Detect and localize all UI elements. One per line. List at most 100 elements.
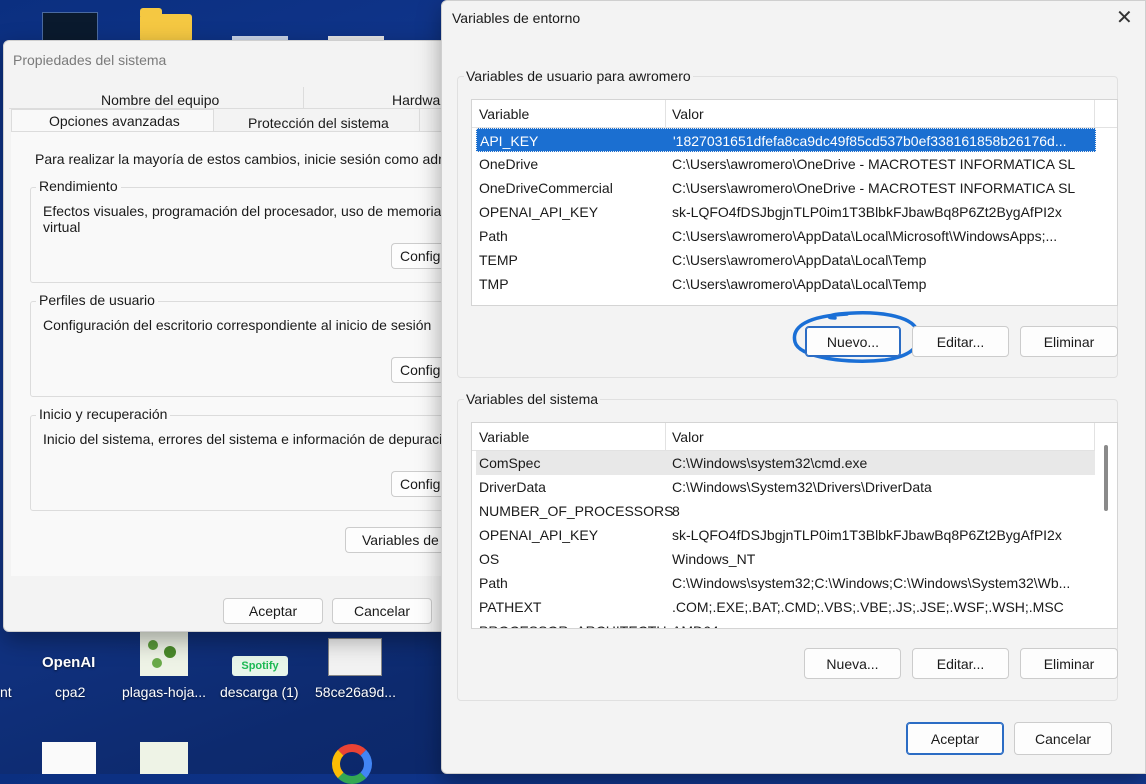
system-list-scrollbar[interactable] [1095, 423, 1117, 628]
environment-variables-button[interactable]: Variables de [345, 527, 451, 553]
user-delete-button[interactable]: Eliminar [1020, 326, 1118, 357]
variable-name: PROCESSOR_ARCHITECTU... [479, 623, 678, 628]
desktop-label-58ce[interactable]: 58ce26a9d... [315, 684, 396, 700]
table-row[interactable]: NUMBER_OF_PROCESSORS 8 [476, 499, 1096, 523]
table-row[interactable]: OneDriveCommercial C:\Users\awromero\OneD… [476, 176, 1096, 200]
env-ok-button[interactable]: Aceptar [906, 722, 1004, 755]
variable-name: Path [479, 228, 508, 244]
desktop-label-nt[interactable]: nt [0, 684, 12, 700]
table-row[interactable]: OneDrive C:\Users\awromero\OneDrive - MAC… [476, 152, 1096, 176]
desktop-label-descarga[interactable]: descarga (1) [220, 684, 299, 700]
env-window-title: Variables de entorno [452, 10, 581, 26]
variable-value: AMD64 [672, 623, 1092, 628]
tab-proteccion-sistema[interactable]: Protección del sistema [248, 115, 389, 131]
desktop-label-plagas[interactable]: plagas-hoja... [122, 684, 206, 700]
openai-icon-label[interactable]: OpenAI [42, 654, 95, 671]
crossword-thumbnail[interactable] [42, 742, 96, 774]
table-row[interactable]: ComSpec C:\Windows\system32\cmd.exe [476, 451, 1096, 475]
variable-name: OPENAI_API_KEY [479, 204, 599, 220]
spotify-thumbnail[interactable]: Spotify [232, 656, 288, 676]
profiles-text: Configuración del escritorio correspondi… [43, 317, 432, 333]
table-row[interactable]: Path C:\Windows\system32;C:\Windows;C:\Wi… [476, 571, 1096, 595]
profiles-group [30, 301, 450, 397]
admin-note: Para realizar la mayoría de estos cambio… [35, 151, 461, 167]
tab-nombre-equipo[interactable]: Nombre del equipo [101, 92, 219, 108]
variable-name: OPENAI_API_KEY [479, 527, 599, 543]
startup-title: Inicio y recuperación [36, 406, 171, 422]
variable-value: C:\Users\awromero\AppData\Local\Microsof… [672, 228, 1058, 244]
system-edit-button[interactable]: Editar... [912, 648, 1009, 679]
system-variables-label: Variables del sistema [464, 391, 601, 407]
google-icon[interactable] [328, 742, 378, 784]
table-row[interactable]: Path C:\Users\awromero\AppData\Local\Micr… [476, 224, 1096, 248]
plant-thumbnail-2[interactable] [140, 742, 188, 774]
table-row[interactable]: OS Windows_NT [476, 547, 1096, 571]
variable-name: TEMP [479, 252, 518, 268]
user-col-variable[interactable]: Variable [479, 106, 529, 122]
user-col-separator [665, 100, 666, 128]
tab-row-top [9, 87, 449, 109]
table-row[interactable]: PROCESSOR_ARCHITECTU...AMD64 [476, 619, 1096, 628]
user-list-header: Variable Valor [472, 100, 1117, 128]
system-col-variable[interactable]: Variable [479, 429, 529, 445]
variable-value: 8 [672, 503, 680, 519]
variable-value: '1827031651dfefa8ca9dc49f85cd537b0ef3381… [673, 133, 1067, 149]
desktop-label-cpa2[interactable]: cpa2 [55, 684, 85, 700]
tab-opciones-avanzadas[interactable]: Opciones avanzadas [49, 113, 180, 129]
user-col-value[interactable]: Valor [672, 106, 704, 122]
system-variables-list[interactable]: Variable Valor ComSpec C:\Windows\system3… [471, 422, 1118, 629]
tab-strip: Nombre del equipo Hardwar Opciones avanz… [9, 87, 449, 133]
system-col-separator [665, 423, 666, 451]
table-row[interactable]: API_KEY '1827031651dfefa8ca9dc49f85cd537b… [476, 128, 1096, 152]
user-col-separator-2 [1094, 100, 1095, 128]
variable-value: C:\Windows\system32;C:\Windows;C:\Window… [672, 575, 1071, 591]
plant-thumbnail[interactable] [140, 632, 188, 676]
disney-thumbnail[interactable] [328, 638, 382, 676]
performance-group [30, 187, 450, 283]
tab-hardware[interactable]: Hardwar [392, 92, 445, 108]
variable-name: OneDrive [479, 156, 539, 172]
variable-value: C:\Windows\system32\cmd.exe [672, 455, 868, 471]
system-properties-window: Propiedades del sistema Nombre del equip… [3, 40, 461, 632]
user-variables-list[interactable]: Variable Valor API_KEY '1827031651dfefa8c… [471, 99, 1118, 306]
variable-value: C:\Users\awromero\OneDrive - MACROTEST I… [672, 180, 1076, 196]
variable-value: sk-LQFO4fDSJbgjnTLP0im1T3BlbkFJbawBq8P6Z… [672, 204, 1062, 220]
variable-name: OneDriveCommercial [479, 180, 613, 196]
table-row[interactable]: DriverData C:\Windows\System32\Drivers\Dr… [476, 475, 1096, 499]
user-variables-label: Variables de usuario para awromero [464, 68, 693, 84]
sysprops-cancel-button[interactable]: Cancelar [332, 598, 432, 624]
spotify-logo-text: Spotify [241, 660, 279, 672]
user-new-button[interactable]: Nuevo... [805, 326, 901, 357]
variable-value: C:\Users\awromero\AppData\Local\Temp [672, 252, 927, 268]
variable-value: sk-LQFO4fDSJbgjnTLP0im1T3BlbkFJbawBq8P6Z… [672, 527, 1062, 543]
user-edit-button[interactable]: Editar... [912, 326, 1009, 357]
folder-icon[interactable] [140, 8, 192, 42]
system-col-value[interactable]: Valor [672, 429, 704, 445]
env-cancel-button[interactable]: Cancelar [1014, 722, 1112, 755]
table-row[interactable]: OPENAI_API_KEY sk-LQFO4fDSJbgjnTLP0im1T3B… [476, 200, 1096, 224]
variable-value: C:\Users\awromero\AppData\Local\Temp [672, 276, 927, 292]
variable-value: Windows_NT [672, 551, 756, 567]
variable-value: C:\Windows\System32\Drivers\DriverData [672, 479, 932, 495]
tab-divider-2 [419, 109, 420, 131]
table-row[interactable]: OPENAI_API_KEY sk-LQFO4fDSJbgjnTLP0im1T3B… [476, 523, 1096, 547]
table-row[interactable]: TEMP C:\Users\awromero\AppData\Local\Temp [476, 248, 1096, 272]
sysprops-ok-button[interactable]: Aceptar [223, 598, 323, 624]
system-new-button[interactable]: Nueva... [804, 648, 901, 679]
startup-group [30, 415, 450, 511]
scrollbar-thumb[interactable] [1104, 445, 1108, 511]
profiles-title: Perfiles de usuario [36, 292, 158, 308]
system-delete-button[interactable]: Eliminar [1020, 648, 1118, 679]
window-title: Propiedades del sistema [13, 52, 167, 68]
environment-variables-window: Variables de entorno ✕ Variables de usua… [441, 0, 1146, 774]
tab-divider [303, 87, 304, 109]
variable-name: Path [479, 575, 508, 591]
performance-title: Rendimiento [36, 178, 121, 194]
performance-text: Efectos visuales, programación del proce… [43, 203, 453, 219]
variable-name: DriverData [479, 479, 546, 495]
variable-value: C:\Users\awromero\OneDrive - MACROTEST I… [672, 156, 1076, 172]
table-row[interactable]: TMP C:\Users\awromero\AppData\Local\Temp [476, 272, 1096, 296]
system-list-header: Variable Valor [472, 423, 1117, 451]
close-icon[interactable]: ✕ [1116, 5, 1133, 30]
table-row[interactable]: PATHEXT .COM;.EXE;.BAT;.CMD;.VBS;.VBE;.JS… [476, 595, 1096, 619]
